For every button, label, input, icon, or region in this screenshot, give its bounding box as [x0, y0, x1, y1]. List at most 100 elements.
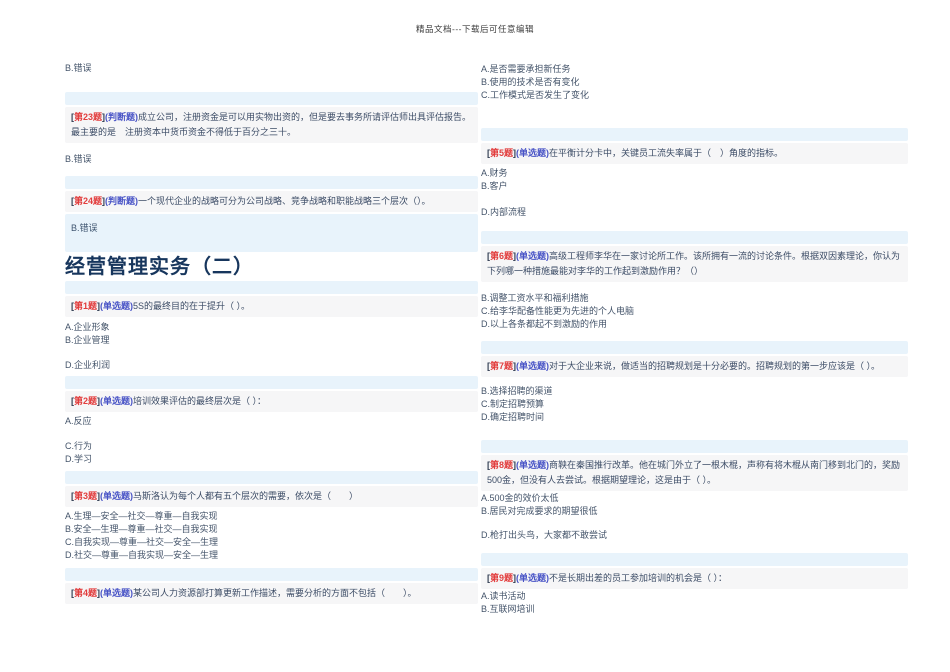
- options-q6: B.调整工资水平和福利措施 C.给李华配备性能更为先进的个人电脑 D.以上各条都…: [481, 292, 908, 331]
- question-number: 第6题: [490, 251, 514, 261]
- question-number: 第8题: [490, 460, 514, 470]
- option-line: A.是否需要承担新任务: [481, 64, 571, 74]
- question-type: (判断题): [105, 196, 139, 206]
- option-line: D.社交—尊重—自我实现—安全—生理: [65, 550, 219, 560]
- option-line: B.安全—生理—尊重—社交—自我实现: [65, 524, 218, 534]
- question-header-9: [第9题](单选题)不是长期出差的员工参加培训的机会是（ ）：: [481, 568, 908, 589]
- question-type: (单选题): [100, 491, 134, 501]
- answer-highlight: B.错误: [65, 214, 478, 252]
- option-line: C.行为: [65, 441, 93, 451]
- options-q4: A.是否需要承担新任务 B.使用的技术是否有变化 C.工作模式是否发生了变化: [481, 63, 908, 102]
- question-text: 对于大企业来说，做适当的招聘规划是十分必要的。招聘规划的第一步应该是（ ）。: [549, 361, 881, 371]
- question-type: (单选题): [516, 148, 550, 158]
- divider-bar: [481, 553, 908, 566]
- question-number: 第3题: [74, 491, 98, 501]
- options-q9: A.读书活动 B.互联网培训: [481, 590, 908, 616]
- question-text: 培训效果评估的最终层次是（ ）：: [133, 396, 267, 406]
- question-number: 第5题: [490, 148, 514, 158]
- option-line: D.枪打出头鸟，大家都不敢尝试: [481, 530, 608, 540]
- divider-bar: [481, 440, 908, 453]
- question-number: 第7题: [490, 361, 514, 371]
- question-number: 第4题: [74, 588, 98, 598]
- question-header-8: [第8题](单选题)商鞅在秦国推行改革。他在城门外立了一根木棍，声称有将木棍从南…: [481, 455, 908, 491]
- question-number: 第1题: [74, 301, 98, 311]
- option-line: A.财务: [481, 168, 508, 178]
- question-text: 在平衡计分卡中，关键员工流失率属于（ ）角度的指标。: [549, 148, 784, 158]
- option-gap: [481, 518, 908, 529]
- question-header-4: [第4题](单选题)某公司人力资源部打算更新工作描述，需要分析的方面不包括（ ）…: [65, 583, 478, 604]
- option-line: D.内部流程: [481, 207, 527, 217]
- question-type: (单选题): [516, 573, 550, 583]
- section-title: 经营管理实务（二）: [65, 256, 254, 278]
- question-text: 一个现代企业的战略可分为公司战略、竞争战略和职能战略三个层次（）。: [138, 196, 431, 206]
- option-line: C.工作模式是否发生了变化: [481, 90, 590, 100]
- option-line: A.反应: [65, 416, 92, 426]
- right-column: A.是否需要承担新任务 B.使用的技术是否有变化 C.工作模式是否发生了变化 […: [481, 0, 908, 616]
- options-q1: A.企业形象 B.企业管理 D.企业利润: [65, 321, 478, 372]
- left-column: B.错误 [第23题](判断题)成立公司，注册资金是可以用实物出资的，但是要去事…: [65, 0, 478, 604]
- question-number: 第2题: [74, 396, 98, 406]
- divider-bar: [65, 92, 478, 105]
- question-type: (单选题): [100, 588, 134, 598]
- question-header-5: [第5题](单选题)在平衡计分卡中，关键员工流失率属于（ ）角度的指标。: [481, 143, 908, 164]
- question-number: 第9题: [490, 573, 514, 583]
- divider-bar: [65, 176, 478, 189]
- option-line: A.生理—安全—社交—尊重—自我实现: [65, 511, 218, 521]
- question-text: 商鞅在秦国推行改革。他在城门外立了一根木棍，声称有将木棍从南门移到北门的，奖励5…: [487, 460, 901, 485]
- question-type: (单选题): [100, 301, 134, 311]
- answer-line: B.错误: [65, 63, 92, 73]
- options-q3: A.生理—安全—社交—尊重—自我实现 B.安全—生理—尊重—社交—自我实现 C.…: [65, 510, 478, 562]
- option-line: B.客户: [481, 181, 508, 191]
- question-header-24: [第24题](判断题)一个现代企业的战略可分为公司战略、竞争战略和职能战略三个层…: [65, 191, 478, 212]
- divider-bar: [65, 281, 478, 294]
- option-line: D.确定招聘时间: [481, 412, 545, 422]
- divider-bar: [481, 341, 908, 354]
- question-number: 第23题: [74, 112, 103, 122]
- option-line: A.500金的效价太低: [481, 493, 559, 503]
- option-line: B.企业管理: [65, 335, 110, 345]
- question-type: (单选题): [516, 251, 550, 261]
- question-header-3: [第3题](单选题)马斯洛认为每个人都有五个层次的需要，依次是（ ）: [65, 486, 478, 507]
- question-type: (判断题): [105, 112, 139, 122]
- option-line: C.制定招聘预算: [481, 399, 545, 409]
- option-line: D.企业利润: [65, 360, 111, 370]
- question-number: 第24题: [74, 196, 103, 206]
- question-header-1: [第1题](单选题)5S的最终目的在于提升（ ）。: [65, 296, 478, 317]
- option-line: A.读书活动: [481, 591, 526, 601]
- question-text: 5S的最终目的在于提升（ ）。: [133, 301, 251, 311]
- option-line: B.选择招聘的渠道: [481, 386, 553, 396]
- options-q7: B.选择招聘的渠道 C.制定招聘预算 D.确定招聘时间: [481, 385, 908, 424]
- divider-bar: [481, 128, 908, 141]
- question-type: (单选题): [516, 361, 550, 371]
- question-type: (单选题): [516, 460, 550, 470]
- question-text: 不是长期出差的员工参加培训的机会是（ ）：: [549, 573, 728, 583]
- option-line: B.居民对完成要求的期望很低: [481, 506, 598, 516]
- question-header-7: [第7题](单选题)对于大企业来说，做适当的招聘规划是十分必要的。招聘规划的第一…: [481, 356, 908, 377]
- option-line: C.自我实现—尊重—社交—安全—生理: [65, 537, 219, 547]
- option-line: A.企业形象: [65, 322, 110, 332]
- question-type: (单选题): [100, 396, 134, 406]
- option-gap: [65, 347, 478, 359]
- question-text: 某公司人力资源部打算更新工作描述，需要分析的方面不包括（ ）。: [133, 588, 417, 598]
- answer-line: B.错误: [71, 223, 98, 233]
- option-line: B.互联网培训: [481, 604, 535, 614]
- question-text: 高级工程师李华在一家讨论所工作。该所拥有一流的讨论条件。根据双因素理论，你认为下…: [487, 251, 901, 276]
- question-text: 马斯洛认为每个人都有五个层次的需要，依次是（ ）: [133, 491, 359, 501]
- question-header-2: [第2题](单选题)培训效果评估的最终层次是（ ）：: [65, 391, 478, 412]
- option-line: B.调整工资水平和福利措施: [481, 293, 589, 303]
- answer-line: B.错误: [65, 154, 92, 164]
- divider-bar: [65, 471, 478, 484]
- question-header-23: [第23题](判断题)成立公司，注册资金是可以用实物出资的，但是要去事务所请评估…: [65, 107, 478, 143]
- option-line: C.给李华配备性能更为先进的个人电脑: [481, 306, 635, 316]
- option-line: D.以上各条都起不到激励的作用: [481, 319, 608, 329]
- option-line: B.使用的技术是否有变化: [481, 77, 580, 87]
- options-q2: A.反应 C.行为 D.学习: [65, 415, 478, 466]
- divider-bar: [65, 568, 478, 581]
- option-gap: [65, 428, 478, 440]
- question-header-6: [第6题](单选题)高级工程师李华在一家讨论所工作。该所拥有一流的讨论条件。根据…: [481, 246, 908, 282]
- options-q8: A.500金的效价太低 B.居民对完成要求的期望很低 D.枪打出头鸟，大家都不敢…: [481, 492, 908, 542]
- options-q5: A.财务 B.客户: [481, 167, 908, 193]
- divider-bar: [481, 231, 908, 244]
- divider-bar: [65, 376, 478, 389]
- option-line: D.学习: [65, 454, 93, 464]
